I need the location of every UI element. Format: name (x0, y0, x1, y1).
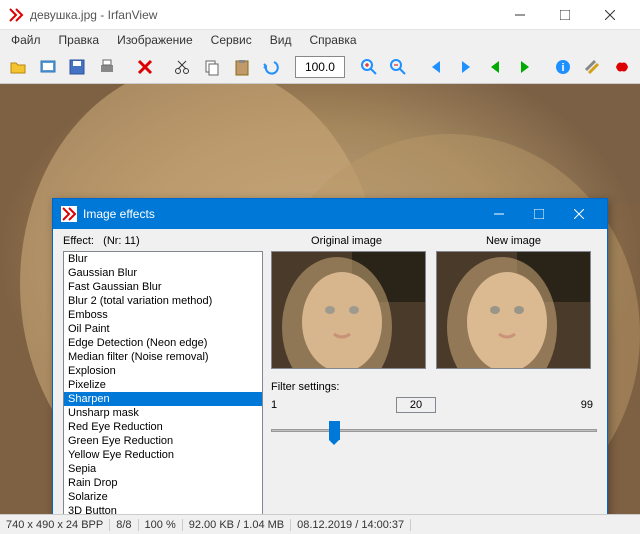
filter-slider[interactable] (271, 419, 597, 443)
window-title: девушка.jpg - IrfanView (30, 8, 497, 22)
effect-item[interactable]: Median filter (Noise removal) (64, 350, 262, 364)
zoom-in-icon[interactable] (355, 53, 383, 81)
next-page-icon[interactable] (511, 53, 539, 81)
next-image-icon[interactable] (452, 53, 480, 81)
effect-item[interactable]: Edge Detection (Neon edge) (64, 336, 262, 350)
effect-item[interactable]: Unsharp mask (64, 406, 262, 420)
effect-item[interactable]: Red Eye Reduction (64, 420, 262, 434)
menu-view[interactable]: Вид (263, 31, 299, 49)
app-icon (8, 7, 24, 23)
settings-icon[interactable] (579, 53, 607, 81)
effect-label: Effect: (63, 235, 94, 247)
menu-edit[interactable]: Правка (52, 31, 107, 49)
paste-icon[interactable] (228, 53, 256, 81)
slider-value[interactable]: 20 (396, 397, 436, 413)
status-zoom: 100 % (139, 519, 183, 531)
effect-number: (Nr: 11) (103, 235, 139, 247)
effect-item[interactable]: Gaussian Blur (64, 266, 262, 280)
dialog-titlebar: Image effects (53, 199, 607, 229)
status-page: 8/8 (110, 519, 138, 531)
menu-service[interactable]: Сервис (204, 31, 259, 49)
original-label: Original image (263, 235, 430, 247)
svg-text:i: i (561, 62, 564, 74)
effect-item[interactable]: Explosion (64, 364, 262, 378)
print-icon[interactable] (93, 53, 121, 81)
copy-icon[interactable] (198, 53, 226, 81)
effect-item[interactable]: Oil Paint (64, 322, 262, 336)
close-button[interactable] (587, 0, 632, 30)
prev-image-icon[interactable] (422, 53, 450, 81)
new-preview (436, 251, 591, 369)
new-label: New image (430, 235, 597, 247)
menu-file[interactable]: Файл (4, 31, 48, 49)
effect-item[interactable]: Emboss (64, 308, 262, 322)
menubar: Файл Правка Изображение Сервис Вид Справ… (0, 30, 640, 50)
delete-icon[interactable] (131, 53, 159, 81)
slideshow-icon[interactable] (34, 53, 62, 81)
dialog-close-button[interactable] (559, 199, 599, 229)
toolbar: i (0, 50, 640, 84)
effect-item[interactable]: Blur (64, 252, 262, 266)
statusbar: 740 x 490 x 24 BPP 8/8 100 % 92.00 KB / … (0, 514, 640, 534)
original-preview (271, 251, 426, 369)
effect-item[interactable]: Sharpen (64, 392, 262, 406)
slider-min: 1 (271, 399, 311, 411)
status-size: 92.00 KB / 1.04 MB (183, 519, 291, 531)
effect-item[interactable]: Pixelize (64, 378, 262, 392)
image-effects-dialog: Image effects Effect: (Nr: 11) Original … (52, 198, 608, 514)
effect-item[interactable]: Green Eye Reduction (64, 434, 262, 448)
about-icon[interactable] (608, 53, 636, 81)
effect-item[interactable]: Solarize (64, 490, 262, 504)
main-titlebar: девушка.jpg - IrfanView (0, 0, 640, 30)
undo-icon[interactable] (257, 53, 285, 81)
effect-item[interactable]: Yellow Eye Reduction (64, 448, 262, 462)
info-icon[interactable]: i (549, 53, 577, 81)
maximize-button[interactable] (542, 0, 587, 30)
effect-list[interactable]: BlurGaussian BlurFast Gaussian BlurBlur … (63, 251, 263, 514)
effect-item[interactable]: Rain Drop (64, 476, 262, 490)
filter-settings-label: Filter settings: (271, 381, 597, 393)
effect-item[interactable]: 3D Button (64, 504, 262, 514)
effect-item[interactable]: Fast Gaussian Blur (64, 280, 262, 294)
dialog-title: Image effects (83, 207, 479, 221)
menu-image[interactable]: Изображение (110, 31, 200, 49)
image-canvas: Image effects Effect: (Nr: 11) Original … (0, 84, 640, 514)
dialog-icon (61, 206, 77, 222)
cut-icon[interactable] (168, 53, 196, 81)
status-date: 08.12.2019 / 14:00:37 (291, 519, 411, 531)
prev-page-icon[interactable] (482, 53, 510, 81)
zoom-out-icon[interactable] (385, 53, 413, 81)
effect-item[interactable]: Blur 2 (total variation method) (64, 294, 262, 308)
dialog-maximize-button[interactable] (519, 199, 559, 229)
slider-max: 99 (581, 399, 593, 411)
save-icon[interactable] (63, 53, 91, 81)
effect-item[interactable]: Sepia (64, 462, 262, 476)
slider-thumb[interactable] (329, 421, 340, 440)
menu-help[interactable]: Справка (302, 31, 363, 49)
minimize-button[interactable] (497, 0, 542, 30)
dialog-minimize-button[interactable] (479, 199, 519, 229)
zoom-input[interactable] (295, 56, 345, 78)
status-dimensions: 740 x 490 x 24 BPP (0, 519, 110, 531)
open-icon[interactable] (4, 53, 32, 81)
